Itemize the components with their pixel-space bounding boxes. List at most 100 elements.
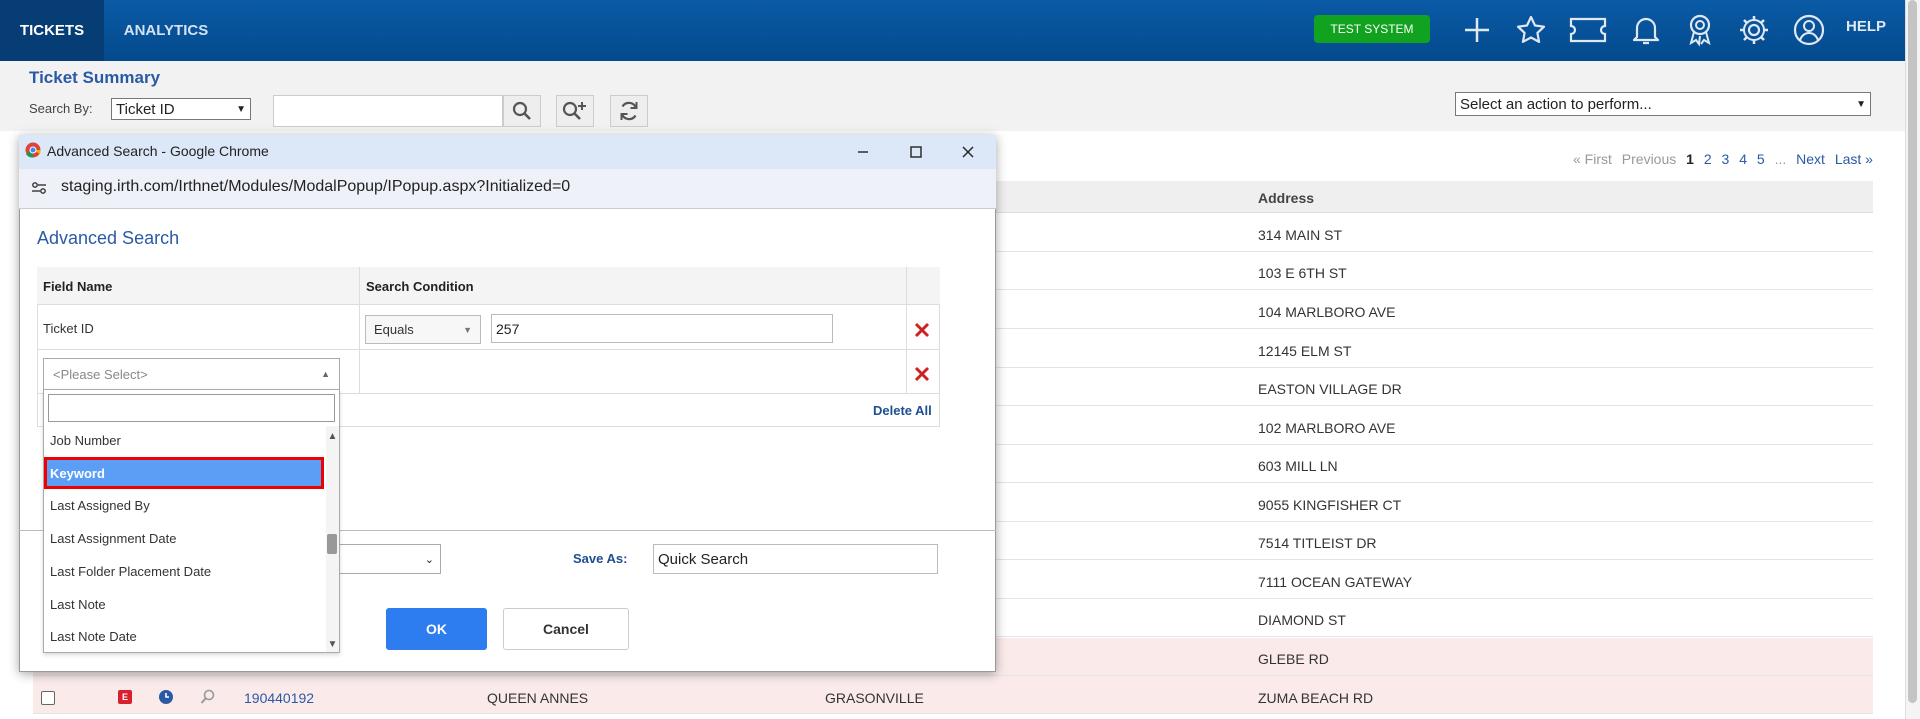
pager-previous[interactable]: Previous bbox=[1622, 151, 1676, 167]
tab-tickets[interactable]: TICKETS bbox=[0, 0, 104, 61]
bell-icon[interactable] bbox=[1627, 12, 1665, 48]
criteria-grid-header bbox=[37, 267, 940, 305]
field-name-select[interactable]: <Please Select> ▲ bbox=[43, 358, 340, 390]
chevron-down-icon: ⌄ bbox=[424, 553, 434, 566]
minimize-icon[interactable] bbox=[850, 140, 876, 164]
award-icon[interactable] bbox=[1681, 12, 1719, 48]
delete-row-icon[interactable] bbox=[912, 320, 932, 340]
chevron-down-icon: ▼ bbox=[463, 324, 472, 335]
address-cell: 7111 OCEAN GATEWAY bbox=[1258, 574, 1413, 590]
address-cell: 603 MILL LN bbox=[1258, 458, 1338, 474]
criteria-field-name: Ticket ID bbox=[43, 321, 94, 336]
pager-page-2[interactable]: 2 bbox=[1704, 151, 1712, 167]
column-header-address[interactable]: Address bbox=[1258, 190, 1314, 206]
star-icon[interactable] bbox=[1512, 12, 1550, 48]
address-cell: 103 E 6TH ST bbox=[1258, 265, 1347, 281]
dropdown-item-last-note-date[interactable]: Last Note Date bbox=[44, 621, 326, 651]
plus-icon[interactable] bbox=[1458, 12, 1496, 48]
dropdown-item-job-number[interactable]: Job Number bbox=[44, 425, 326, 455]
chrome-icon bbox=[25, 142, 41, 161]
gear-icon[interactable] bbox=[1735, 12, 1773, 48]
ticket-icon[interactable] bbox=[1566, 12, 1610, 48]
pager-ellipsis: ... bbox=[1774, 151, 1787, 167]
address-cell: 102 MARLBORO AVE bbox=[1258, 420, 1396, 436]
magnifier-icon[interactable] bbox=[200, 689, 216, 708]
county-cell: QUEEN ANNES bbox=[487, 690, 589, 706]
advanced-search-heading: Advanced Search bbox=[37, 228, 180, 248]
emergency-badge: E bbox=[118, 690, 132, 704]
url-text: staging.irth.com/Irthnet/Modules/ModalPo… bbox=[61, 178, 571, 195]
address-cell: 314 MAIN ST bbox=[1258, 227, 1343, 243]
address-cell: EASTON VILLAGE DR bbox=[1258, 381, 1402, 397]
address-cell: 104 MARLBORO AVE bbox=[1258, 304, 1396, 320]
address-cell: ZUMA BEACH RD bbox=[1258, 690, 1374, 706]
column-search-condition: Search Condition bbox=[366, 279, 474, 294]
grid-divider bbox=[906, 267, 907, 393]
column-field-name: Field Name bbox=[43, 279, 113, 294]
scroll-up-icon[interactable]: ▲ bbox=[326, 430, 339, 442]
refresh-button[interactable] bbox=[610, 95, 648, 127]
search-by-label: Search By: bbox=[29, 101, 93, 116]
grid-row-divider bbox=[37, 349, 940, 350]
criteria-value-input[interactable]: 257 bbox=[491, 314, 833, 343]
save-as-input[interactable]: Quick Search bbox=[653, 544, 938, 574]
save-as-label: Save As: bbox=[573, 551, 628, 566]
maximize-icon[interactable] bbox=[903, 140, 929, 164]
dropdown-item-last-assigned-by[interactable]: Last Assigned By bbox=[44, 490, 326, 520]
dropdown-search-input[interactable] bbox=[48, 394, 335, 422]
grid-divider bbox=[359, 267, 360, 393]
scroll-down-icon[interactable]: ▼ bbox=[326, 638, 339, 650]
refresh-icon bbox=[620, 101, 638, 121]
row-checkbox[interactable] bbox=[41, 691, 55, 705]
dropdown-item-keyword[interactable]: Keyword bbox=[44, 457, 324, 489]
delete-row-icon[interactable] bbox=[912, 364, 932, 384]
address-cell: 12145 ELM ST bbox=[1258, 343, 1352, 359]
test-system-badge: TEST SYSTEM bbox=[1314, 15, 1430, 43]
top-navbar bbox=[0, 0, 1905, 61]
pager-last[interactable]: Last » bbox=[1835, 151, 1873, 167]
chevron-down-icon: ▼ bbox=[236, 103, 246, 115]
address-cell: 9055 KINGFISHER CT bbox=[1258, 497, 1402, 513]
pager-page-3[interactable]: 3 bbox=[1722, 151, 1730, 167]
dropdown-item-last-assignment-date[interactable]: Last Assignment Date bbox=[44, 523, 326, 553]
address-cell: DIAMOND ST bbox=[1258, 612, 1346, 628]
search-input[interactable] bbox=[273, 95, 503, 127]
user-icon[interactable] bbox=[1790, 12, 1828, 48]
condition-select[interactable]: Equals ▼ bbox=[365, 315, 481, 344]
page-scrollbar-thumb[interactable] bbox=[1908, 0, 1917, 703]
pager-page-1[interactable]: 1 bbox=[1686, 151, 1694, 167]
clock-icon[interactable] bbox=[158, 689, 174, 708]
search-by-select[interactable]: Ticket ID ▼ bbox=[111, 98, 251, 120]
search-button[interactable] bbox=[503, 95, 541, 127]
ticket-link[interactable]: 190440192 bbox=[244, 690, 314, 706]
chevron-up-icon: ▲ bbox=[321, 369, 330, 379]
delete-all-link[interactable]: Delete All bbox=[873, 403, 932, 418]
cancel-button[interactable]: Cancel bbox=[503, 608, 629, 650]
tab-analytics[interactable]: ANALYTICS bbox=[104, 0, 228, 61]
pager-next[interactable]: Next bbox=[1796, 151, 1825, 167]
saved-search-select[interactable]: ⌄ bbox=[335, 544, 441, 574]
address-cell: 7514 TITLEIST DR bbox=[1258, 535, 1377, 551]
dropdown-item-last-note[interactable]: Last Note bbox=[44, 589, 326, 619]
site-settings-icon[interactable] bbox=[31, 180, 47, 199]
close-icon[interactable] bbox=[955, 140, 981, 164]
help-link[interactable]: HELP bbox=[1846, 18, 1886, 35]
advanced-search-button[interactable] bbox=[556, 95, 594, 127]
dropdown-scrollbar-thumb[interactable] bbox=[327, 534, 337, 554]
condition-select-value: Equals bbox=[374, 322, 414, 337]
page-title: Ticket Summary bbox=[29, 68, 161, 87]
pager-page-4[interactable]: 4 bbox=[1739, 151, 1747, 167]
search-plus-icon bbox=[562, 101, 586, 120]
city-cell: GRASONVILLE bbox=[825, 690, 924, 706]
dropdown-item-last-folder-placement-date[interactable]: Last Folder Placement Date bbox=[44, 556, 326, 586]
action-select-value: Select an action to perform... bbox=[1460, 95, 1652, 113]
ok-button[interactable]: OK bbox=[386, 608, 487, 650]
action-select[interactable]: Select an action to perform... ▼ bbox=[1455, 92, 1871, 116]
search-icon bbox=[512, 101, 531, 120]
pager-first[interactable]: « First bbox=[1573, 151, 1612, 167]
search-by-value: Ticket ID bbox=[116, 100, 175, 118]
address-cell: GLEBE RD bbox=[1258, 651, 1329, 667]
chevron-down-icon: ▼ bbox=[1856, 98, 1866, 110]
pager-page-5[interactable]: 5 bbox=[1757, 151, 1765, 167]
window-title: Advanced Search - Google Chrome bbox=[47, 143, 269, 159]
